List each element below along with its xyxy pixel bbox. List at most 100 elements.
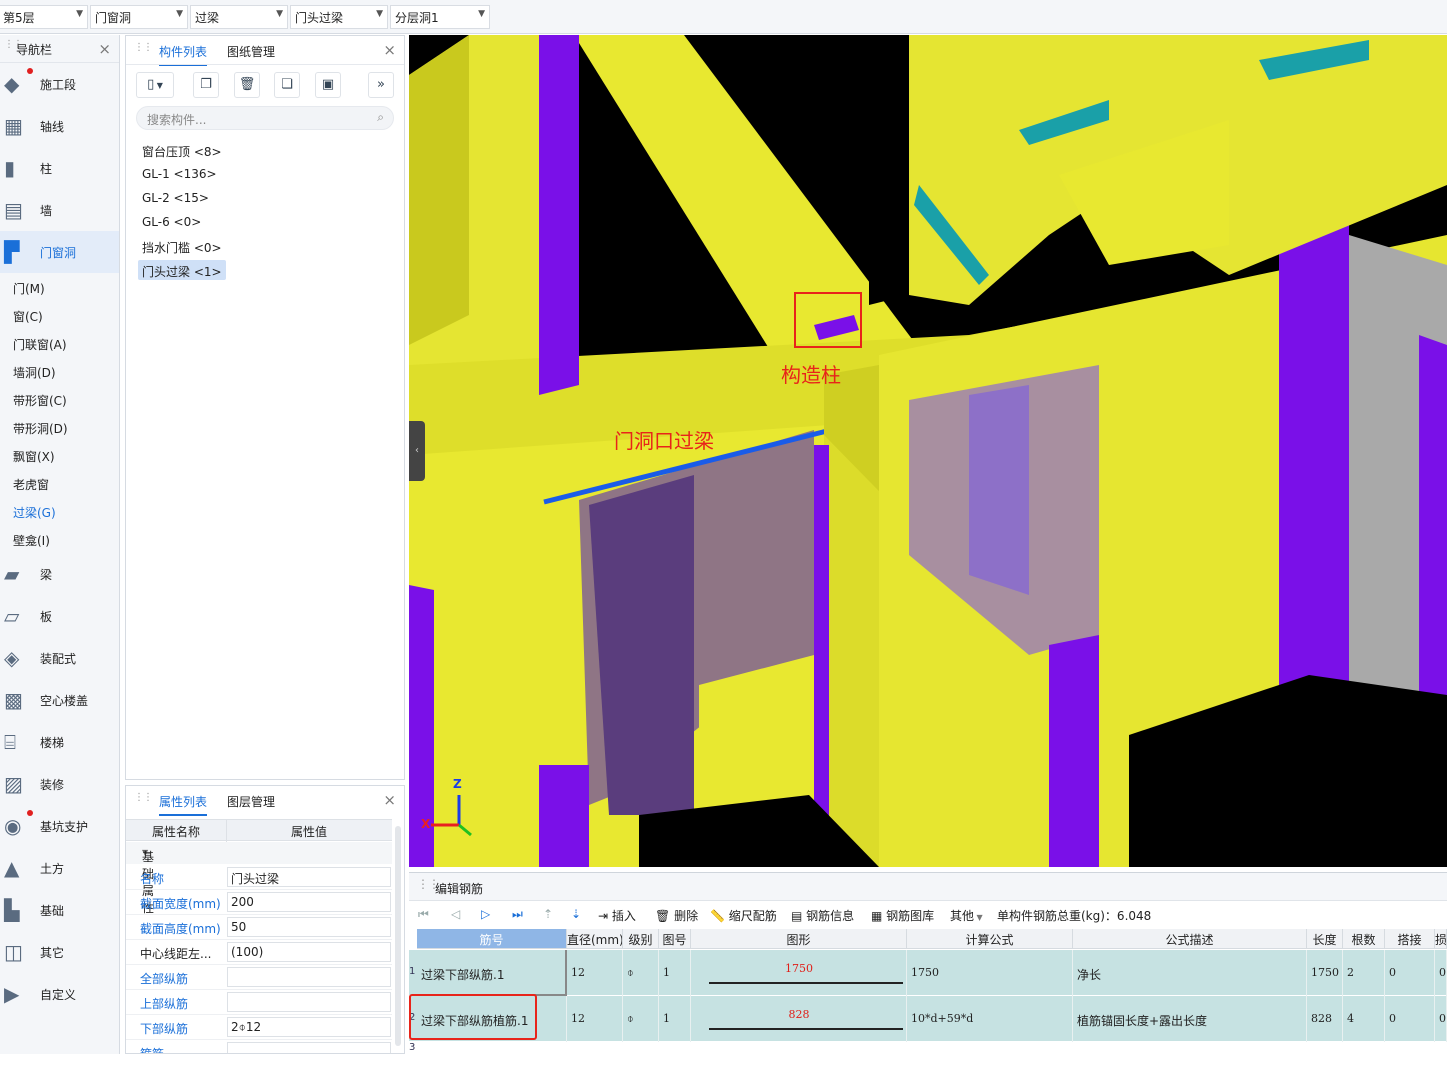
table-row[interactable]: 1 过梁下部纵筋.1 12 ⌽ 1 1750 1750 净长 1750 2 0 0 (409, 950, 1447, 996)
tab-layer-management[interactable]: 图层管理 (227, 793, 275, 810)
prev-record-icon[interactable]: ◁ (451, 907, 460, 921)
move-up-icon[interactable]: ⇡ (543, 907, 553, 921)
column-header[interactable]: 根数 (1343, 929, 1385, 949)
3d-viewport[interactable]: 构造柱 门洞口过梁 Z X (409, 35, 1447, 867)
column-header[interactable]: 损 (1435, 929, 1447, 949)
nav-subitem[interactable]: 门(M) (0, 273, 119, 301)
column-header[interactable]: 公式描述 (1073, 929, 1307, 949)
floor-dropdown[interactable]: 第5层 ▼ (0, 5, 88, 29)
nav-category-custom[interactable]: ▶ 自定义 (0, 973, 119, 1015)
drag-grip-icon[interactable]: ⋮⋮ (134, 793, 153, 803)
nav-category-pit-support[interactable]: ◉ 基坑支护 (0, 805, 119, 847)
column-header[interactable]: 级别 (623, 929, 659, 949)
cell-length[interactable]: 1750 (1307, 950, 1343, 996)
nav-subitem[interactable]: 过梁(G) (0, 497, 119, 525)
nav-category-slab[interactable]: ▱ 板 (0, 595, 119, 637)
component-item[interactable]: 门头过梁 <1> (138, 260, 226, 280)
cell-desc[interactable]: 植筋锚固长度+露出长度 (1073, 996, 1307, 1042)
cell-lap[interactable]: 0 (1385, 996, 1435, 1042)
nav-subitem[interactable]: 带形窗(C) (0, 385, 119, 413)
type-dropdown[interactable]: 过梁 ▼ (190, 5, 288, 29)
tab-component-list[interactable]: 构件列表 (159, 43, 208, 66)
column-header[interactable]: 图形 (691, 929, 907, 949)
cell-lap[interactable]: 0 (1385, 950, 1435, 996)
property-value-field[interactable] (227, 992, 391, 1012)
column-header[interactable]: 计算公式 (907, 929, 1073, 949)
cell-loss[interactable]: 0 (1435, 996, 1447, 1042)
component-search-input[interactable]: 搜索构件... ⌕ (136, 106, 394, 130)
cell-length[interactable]: 828 (1307, 996, 1343, 1042)
nav-subitem[interactable]: 壁龛(I) (0, 525, 119, 553)
category-dropdown[interactable]: 门窗洞 ▼ (90, 5, 188, 29)
component-item[interactable]: GL-2 <15> (138, 188, 213, 208)
nav-category-other[interactable]: ◫ 其它 (0, 931, 119, 973)
tab-drawing-management[interactable]: 图纸管理 (227, 43, 275, 60)
copy-button[interactable]: ❐ (193, 72, 219, 98)
first-record-icon[interactable]: ⏮ (418, 907, 429, 922)
nav-subitem[interactable]: 墙洞(D) (0, 357, 119, 385)
column-header[interactable]: 筋号 (417, 929, 567, 949)
property-value-field[interactable]: 50 (227, 917, 391, 937)
scale-rebar-button[interactable]: 📏 缩尺配筋 (710, 907, 777, 924)
nav-subitem[interactable]: 带形洞(D) (0, 413, 119, 441)
move-down-icon[interactable]: ⇣ (571, 907, 581, 921)
component-item[interactable]: GL-1 <136> (138, 164, 221, 184)
nav-subitem[interactable]: 飘窗(X) (0, 441, 119, 469)
nav-category-hollow-floor[interactable]: ▩ 空心楼盖 (0, 679, 119, 721)
insert-button[interactable]: ⇥ 插入 (598, 907, 636, 924)
panel-collapse-handle[interactable]: ‹ (409, 421, 425, 481)
component-dropdown[interactable]: 门头过梁 ▼ (290, 5, 388, 29)
component-item[interactable]: 挡水门槛 <0> (138, 236, 226, 256)
rebar-library-button[interactable]: ▦ 钢筋图库 (871, 907, 934, 924)
property-value-field[interactable]: 门头过梁 (227, 867, 391, 887)
property-group-basic[interactable]: ▼ 基础属性 (126, 842, 392, 915)
cell-loss[interactable]: 0 (1435, 950, 1447, 996)
column-header[interactable]: 直径(mm) (567, 929, 623, 949)
cell-count[interactable]: 4 (1343, 996, 1385, 1042)
table-row[interactable]: 2 过梁下部纵筋植筋.1 12 ⌽ 1 828 10*d+59*d 植筋锚固长度+露出长度 82… (409, 996, 1447, 1042)
nav-subitem[interactable]: 门联窗(A) (0, 329, 119, 357)
nav-category-prefab[interactable]: ◈ 装配式 (0, 637, 119, 679)
cell-shape[interactable]: 828 (691, 996, 907, 1042)
cell-diameter[interactable]: 12 (567, 996, 623, 1042)
cell-grade[interactable]: ⌽ (623, 996, 659, 1042)
cell-fig[interactable]: 1 (659, 996, 691, 1042)
column-header[interactable]: 搭接 (1385, 929, 1435, 949)
duplicate-button[interactable]: ❏ (274, 72, 300, 98)
cell-formula[interactable]: 1750 (907, 950, 1073, 996)
nav-category-decoration[interactable]: ▨ 装修 (0, 763, 119, 805)
close-icon[interactable]: × (383, 41, 396, 59)
tab-property-list[interactable]: 属性列表 (159, 793, 208, 816)
nav-category-construction-segment[interactable]: ◆ 施工段 (0, 63, 119, 105)
nav-subitem[interactable]: 老虎窗 (0, 469, 119, 497)
last-record-icon[interactable]: ⏭ (512, 907, 523, 922)
nav-category-foundation[interactable]: ▙ 基础 (0, 889, 119, 931)
cell-formula[interactable]: 10*d+59*d (907, 996, 1073, 1042)
more-button[interactable]: » (368, 72, 394, 98)
cell-grade[interactable]: ⌽ (623, 950, 659, 996)
column-header[interactable]: 长度 (1307, 929, 1343, 949)
next-record-icon[interactable]: ▷ (481, 907, 490, 921)
component-item[interactable]: GL-6 <0> (138, 212, 205, 232)
nav-subitem[interactable]: 窗(C) (0, 301, 119, 329)
cell-name[interactable]: 过梁下部纵筋植筋.1 (417, 996, 567, 1042)
component-item[interactable]: 窗台压顶 <8> (138, 140, 226, 160)
cell-shape[interactable]: 1750 (691, 950, 907, 996)
cell-fig[interactable]: 1 (659, 950, 691, 996)
close-icon[interactable]: × (383, 791, 396, 809)
nav-category-door-window[interactable]: ▛ 门窗洞 (0, 231, 119, 273)
property-value-field[interactable]: 2⌽12 (227, 1017, 391, 1037)
close-icon[interactable]: × (98, 40, 111, 58)
column-header[interactable]: 图号 (659, 929, 691, 949)
cell-desc[interactable]: 净长 (1073, 950, 1307, 996)
cell-count[interactable]: 2 (1343, 950, 1385, 996)
property-value-field[interactable] (227, 967, 391, 987)
nav-category-wall[interactable]: ▤ 墙 (0, 189, 119, 231)
other-menu[interactable]: 其他 ▼ (950, 907, 983, 924)
nav-category-earthwork[interactable]: ▲ 土方 (0, 847, 119, 889)
cell-name[interactable]: 过梁下部纵筋.1 (417, 950, 567, 996)
delete-row-button[interactable]: 🗑 删除 (655, 907, 698, 924)
drag-grip-icon[interactable]: ⋮⋮ (134, 43, 153, 53)
property-value-field[interactable]: (100) (227, 942, 391, 962)
rebar-info-button[interactable]: ▤ 钢筋信息 (791, 907, 854, 924)
